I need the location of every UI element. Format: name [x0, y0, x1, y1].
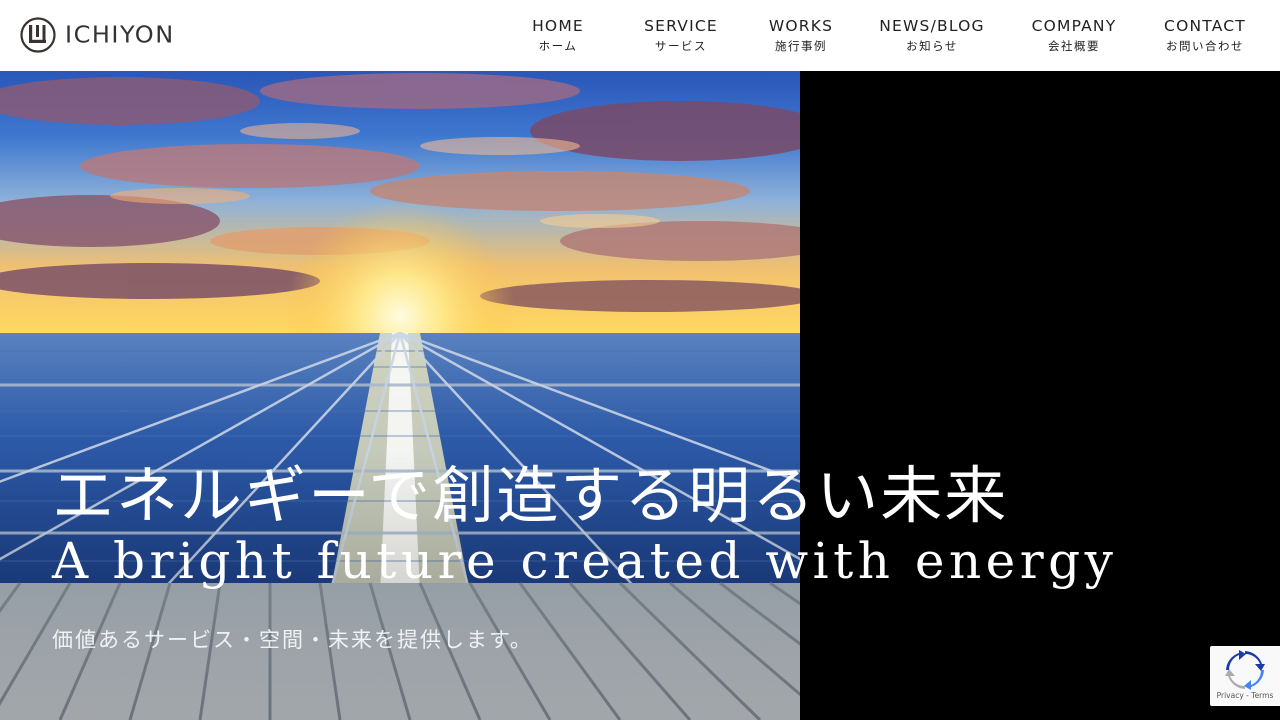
nav-item-label-en: SERVICE	[644, 17, 718, 35]
main-nav: HOME ホーム SERVICE サービス WORKS 施行事例 NEWS/BL…	[512, 15, 1258, 54]
nav-item-company[interactable]: COMPANY 会社概要	[1014, 15, 1134, 54]
hero-title-ja: エネルギーで創造する明るい未来	[52, 459, 1009, 532]
nav-item-label-ja: ホーム	[538, 39, 578, 53]
recaptcha-links: Privacy - Terms	[1210, 691, 1280, 700]
nav-item-works[interactable]: WORKS 施行事例	[752, 15, 850, 54]
nav-item-label-ja: お問い合わせ	[1166, 39, 1244, 53]
nav-item-label-ja: 施行事例	[775, 39, 827, 53]
nav-item-label-en: CONTACT	[1164, 17, 1246, 35]
nav-item-service[interactable]: SERVICE サービス	[622, 15, 740, 54]
brand-name: ICHIYON	[65, 21, 175, 49]
hero-image-solar-sunset	[0, 71, 800, 720]
nav-item-contact[interactable]: CONTACT お問い合わせ	[1152, 15, 1258, 54]
ichiyon-circle-logo-icon	[20, 17, 56, 53]
nav-item-label-ja: 会社概要	[1048, 39, 1100, 53]
hero-headline: エネルギーで創造する明るい未来 A bright future created …	[52, 456, 1117, 592]
nav-item-label-en: WORKS	[768, 17, 834, 35]
nav-item-label-en: NEWS/BLOG	[879, 17, 985, 35]
site-header: ICHIYON HOME ホーム SERVICE サービス WORKS 施行事例…	[0, 0, 1280, 71]
nav-item-label-en: COMPANY	[1031, 17, 1117, 35]
hero-section: エネルギーで創造する明るい未来 A bright future created …	[0, 71, 1280, 720]
nav-item-label-ja: サービス	[655, 39, 707, 53]
recaptcha-logo-icon	[1225, 650, 1265, 690]
nav-item-home[interactable]: HOME ホーム	[512, 15, 604, 54]
hero-title-en: A bright future created with energy	[52, 532, 1118, 590]
site-logo[interactable]: ICHIYON	[20, 17, 175, 53]
nav-item-label-ja: お知らせ	[906, 39, 958, 53]
nav-item-label-en: HOME	[532, 17, 584, 35]
nav-item-news-blog[interactable]: NEWS/BLOG お知らせ	[868, 15, 996, 54]
recaptcha-badge[interactable]: Privacy - Terms	[1210, 646, 1280, 706]
recaptcha-terms-link[interactable]: Terms	[1251, 691, 1273, 700]
hero-subtitle: 価値あるサービス・空間・未来を提供します。	[52, 628, 533, 652]
recaptcha-privacy-link[interactable]: Privacy	[1217, 691, 1244, 700]
